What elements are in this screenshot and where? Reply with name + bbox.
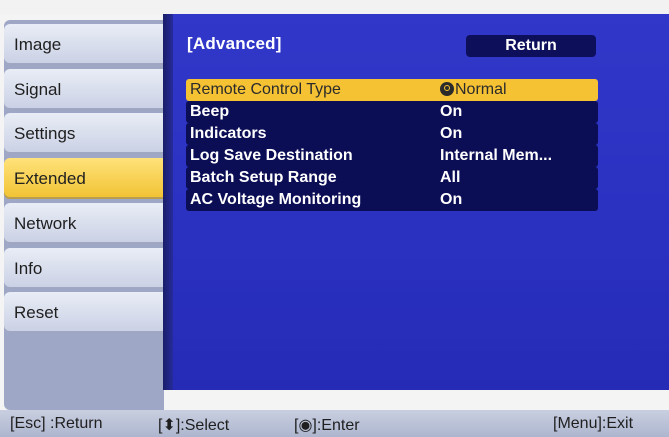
tab-info[interactable]: Info: [4, 248, 164, 289]
setting-label: AC Voltage Monitoring: [190, 191, 362, 208]
setting-label: Log Save Destination: [190, 147, 353, 164]
tab-label: Image: [14, 34, 62, 54]
setting-row-indicators[interactable]: Indicators On: [186, 123, 598, 145]
enter-icon: [440, 82, 454, 96]
setting-row-beep[interactable]: Beep On: [186, 101, 598, 123]
tab-label: Network: [14, 213, 77, 233]
setting-label: Batch Setup Range: [190, 169, 337, 186]
setting-value: Internal Mem...: [440, 147, 553, 164]
setting-value-text: Normal: [455, 81, 507, 98]
projector-menu-screen: Image Signal Settings Extended Network I…: [0, 0, 669, 437]
setting-label: Remote Control Type: [190, 81, 341, 98]
setting-row-log-save-destination[interactable]: Log Save Destination Internal Mem...: [186, 145, 598, 167]
panel-title: [Advanced]: [187, 34, 282, 53]
return-label: Return: [505, 37, 557, 54]
setting-label: Indicators: [190, 125, 267, 142]
setting-value: Normal: [440, 81, 507, 99]
return-button[interactable]: Return: [466, 35, 596, 57]
tab-label: Settings: [14, 123, 76, 143]
tab-label: Signal: [14, 79, 62, 99]
help-select: [⬍]:Select: [158, 417, 230, 434]
setting-row-batch-setup-range[interactable]: Batch Setup Range All: [186, 167, 598, 189]
top-strip: [0, 0, 669, 14]
setting-row-ac-voltage-monitoring[interactable]: AC Voltage Monitoring On: [186, 189, 598, 211]
tab-signal[interactable]: Signal: [4, 69, 164, 110]
setting-label: Beep: [190, 103, 230, 120]
setting-value: On: [440, 125, 463, 142]
tab-extended[interactable]: Extended: [4, 158, 164, 199]
panel-edge: [163, 14, 173, 390]
setting-value: All: [440, 169, 461, 186]
settings-list: Remote Control Type Normal Beep On Indic…: [186, 79, 598, 211]
tab-network[interactable]: Network: [4, 203, 164, 244]
setting-value: On: [440, 191, 463, 208]
setting-value: On: [440, 103, 463, 120]
tab-image[interactable]: Image: [4, 24, 164, 65]
help-esc-return: [Esc] :Return: [10, 415, 103, 432]
setting-row-remote-control-type[interactable]: Remote Control Type Normal: [186, 79, 598, 101]
help-enter: [◉]:Enter: [294, 417, 360, 434]
tab-settings[interactable]: Settings: [4, 113, 164, 154]
help-bar: [Esc] :Return [⬍]:Select [◉]:Enter [Menu…: [0, 410, 669, 437]
tab-reset[interactable]: Reset: [4, 292, 164, 333]
help-menu-exit: [Menu]:Exit: [553, 415, 634, 432]
tab-label: Reset: [14, 302, 59, 322]
tab-label: Extended: [14, 168, 86, 188]
tab-label: Info: [14, 258, 43, 278]
